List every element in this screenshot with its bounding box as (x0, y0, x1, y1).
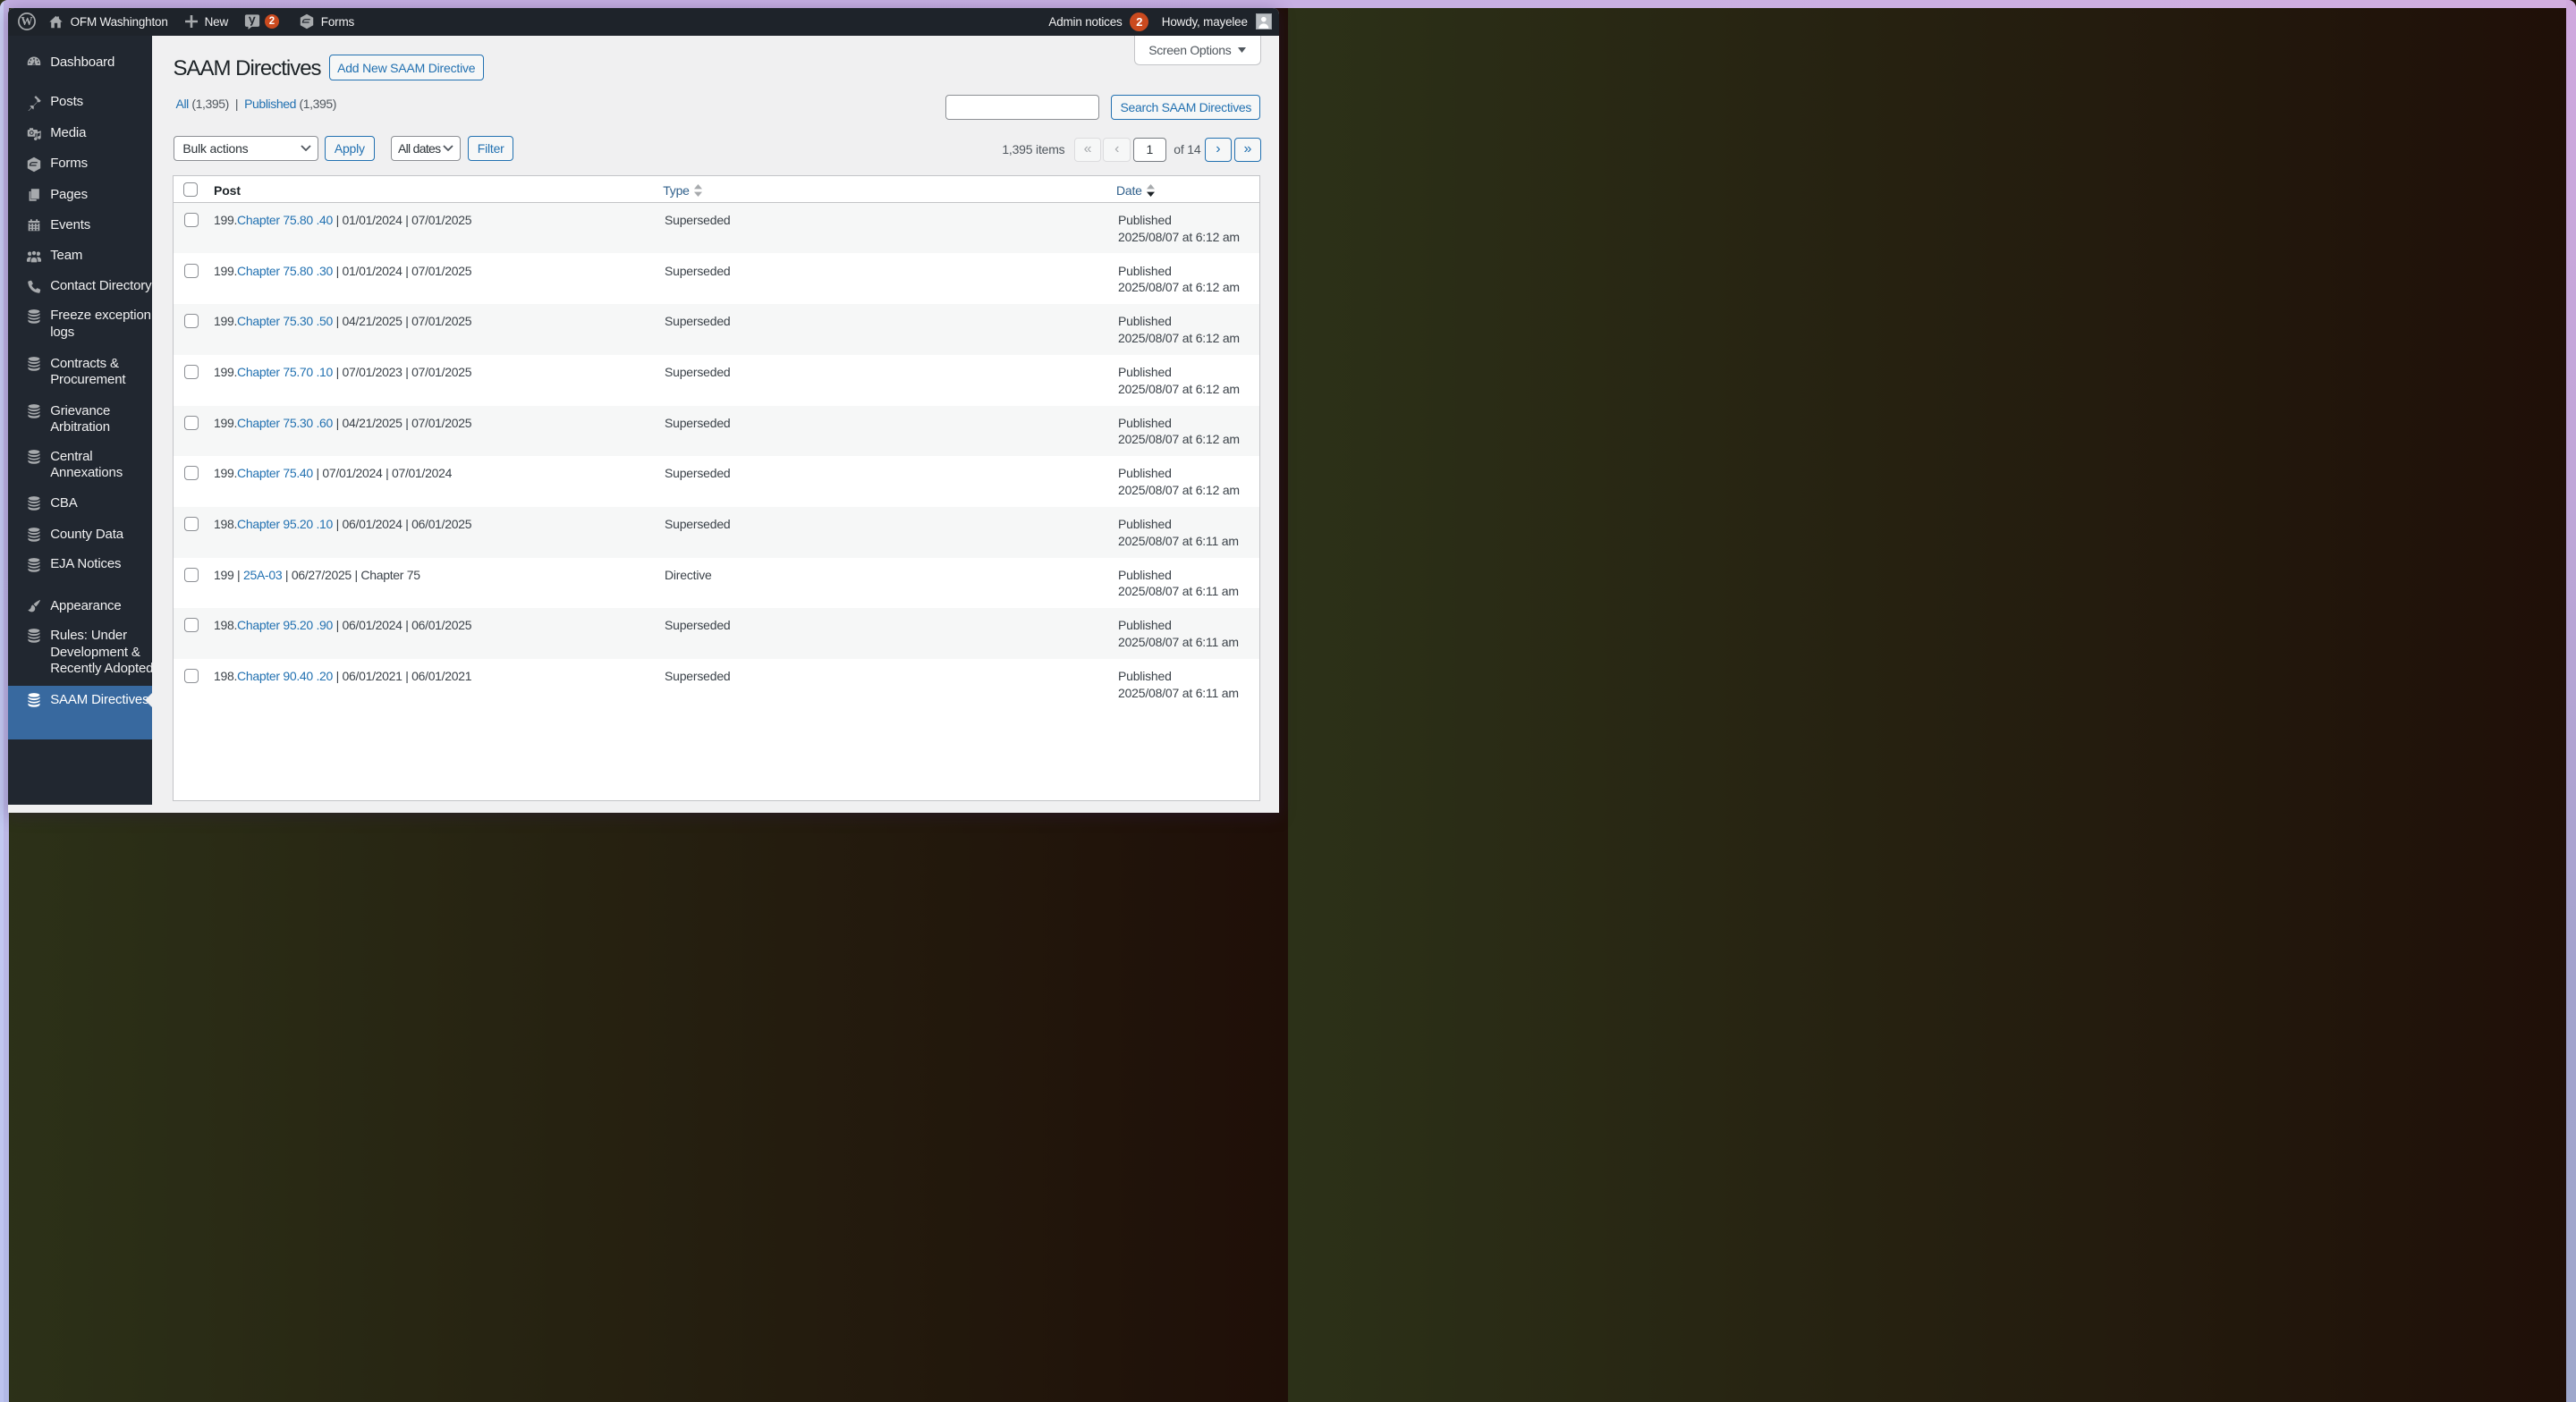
svg-text:W: W (21, 14, 33, 28)
